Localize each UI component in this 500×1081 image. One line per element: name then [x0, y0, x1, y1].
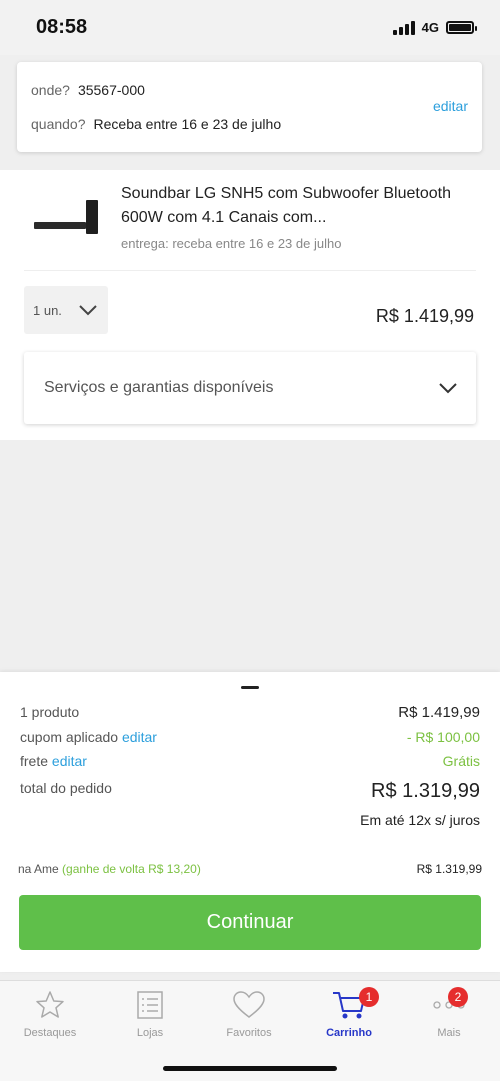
quantity-select[interactable]: 1 un. — [24, 286, 108, 334]
cart-item: Soundbar LG SNH5 com Subwoofer Bluetooth… — [0, 170, 500, 440]
order-summary-panel: 1 produto R$ 1.419,99 cupom aplicado edi… — [0, 672, 500, 972]
coupon-edit-link[interactable]: editar — [122, 729, 157, 745]
tab-destaques[interactable]: Destaques — [10, 987, 90, 1039]
shipping-value: Grátis — [442, 753, 480, 769]
more-badge: 2 — [448, 987, 468, 1007]
delivery-card: onde? 35567-000 quando? Receba entre 16 … — [17, 62, 482, 152]
coupon-discount: - R$ 100,00 — [406, 729, 480, 745]
product-delivery-info: entrega: receba entre 16 e 23 de julho — [121, 236, 342, 251]
delivery-date-label: quando? — [31, 116, 86, 132]
services-warranty-dropdown[interactable]: Serviços e garantias disponíveis — [24, 352, 476, 424]
battery-icon — [446, 21, 477, 34]
status-bar: 08:58 4G — [0, 0, 500, 55]
services-label: Serviços e garantias disponíveis — [44, 379, 274, 396]
ame-label: na Ame — [18, 862, 59, 876]
star-icon — [36, 991, 64, 1018]
drag-handle[interactable] — [241, 686, 259, 689]
signal-icon — [392, 20, 415, 35]
delivery-date-row: quando? Receba entre 16 e 23 de julho — [31, 116, 281, 132]
tab-favoritos[interactable]: Favoritos — [209, 987, 289, 1039]
chevron-down-icon — [439, 383, 457, 394]
tab-mais[interactable]: 2 Mais — [409, 987, 489, 1039]
products-count: 1 produto — [20, 704, 80, 720]
network-type: 4G — [421, 20, 439, 35]
delivery-edit-link[interactable]: editar — [433, 98, 468, 114]
ame-value: R$ 1.319,99 — [416, 862, 482, 876]
delivery-date-value: Receba entre 16 e 23 de julho — [93, 116, 282, 132]
product-image[interactable] — [30, 198, 100, 238]
home-indicator — [163, 1066, 337, 1071]
quantity-value: 1 un. — [33, 302, 62, 318]
tab-label: Destaques — [23, 1027, 77, 1039]
continue-button[interactable]: Continuar — [19, 895, 481, 950]
tab-lojas[interactable]: Lojas — [110, 987, 190, 1039]
tab-label: Lojas — [136, 1027, 164, 1039]
product-title[interactable]: Soundbar LG SNH5 com Subwoofer Bluetooth… — [121, 182, 471, 230]
tab-carrinho[interactable]: 1 Carrinho — [309, 987, 389, 1039]
summary-coupon-row: cupom aplicado editar - R$ 100,00 — [20, 729, 480, 745]
tab-label: Carrinho — [326, 1027, 372, 1039]
installments-info: Em até 12x s/ juros — [360, 812, 480, 828]
divider — [24, 270, 476, 271]
ame-row: na Ame (ganhe de volta R$ 13,20) R$ 1.31… — [18, 862, 482, 876]
total-value: R$ 1.319,99 — [371, 780, 480, 802]
status-indicators: 4G — [392, 20, 477, 35]
summary-shipping-row: frete editar Grátis — [20, 753, 480, 769]
cart-badge: 1 — [359, 987, 379, 1007]
list-icon — [137, 991, 163, 1019]
shipping-label: frete — [20, 753, 49, 769]
ame-cashback: (ganhe de volta R$ 13,20) — [62, 862, 201, 876]
summary-products-row: 1 produto R$ 1.419,99 — [20, 704, 480, 721]
coupon-label: cupom aplicado — [20, 729, 119, 745]
total-label: total do pedido — [20, 780, 112, 796]
delivery-location-value: 35567-000 — [77, 82, 145, 98]
products-subtotal: R$ 1.419,99 — [398, 704, 480, 721]
delivery-location-label: onde? — [31, 82, 70, 98]
shipping-edit-link[interactable]: editar — [52, 753, 87, 769]
tab-label: Favoritos — [226, 1027, 272, 1039]
tab-label: Mais — [437, 1027, 461, 1039]
heart-icon — [233, 991, 265, 1018]
delivery-location-row: onde? 35567-000 — [31, 82, 145, 98]
summary-total-row: total do pedido R$ 1.319,99 — [20, 780, 480, 803]
status-time: 08:58 — [36, 16, 88, 38]
product-price: R$ 1.419,99 — [375, 306, 474, 326]
chevron-down-icon — [79, 305, 97, 316]
